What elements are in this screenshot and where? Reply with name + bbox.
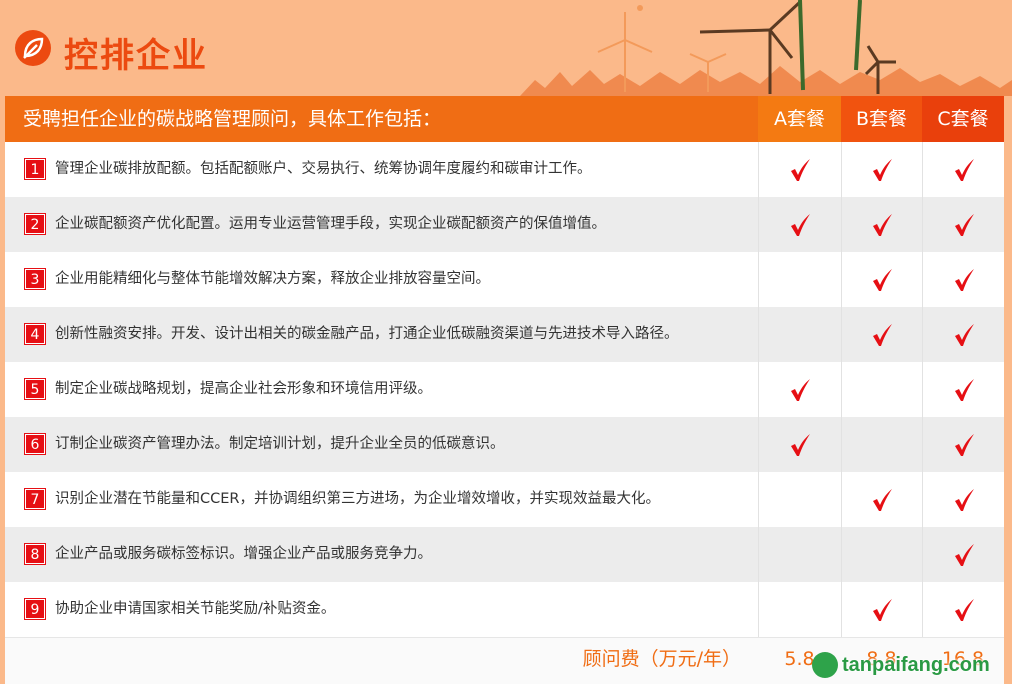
plan-b-cell <box>841 252 922 307</box>
checkmark-icon <box>789 433 811 457</box>
fee-label: 顾问费（万元/年） <box>582 648 741 670</box>
row-number-badge: 2 <box>25 214 45 234</box>
plan-b-cell <box>841 197 922 252</box>
plan-b-cell <box>841 362 922 417</box>
table-row: 4 创新性融资安排。开发、设计出相关的碳金融产品，打通企业低碳融资渠道与先进技术导… <box>5 307 1004 362</box>
row-description: 企业用能精细化与整体节能增效解决方案，释放企业排放容量空间。 <box>55 271 490 287</box>
plan-c-cell <box>922 417 1004 472</box>
watermark-logo-icon <box>812 652 838 678</box>
table-header: 受聘担任企业的碳战略管理顾问，具体工作包括： A套餐 B套餐 C套餐 <box>5 96 1004 142</box>
plan-c-cell <box>922 307 1004 362</box>
row-number-badge: 7 <box>25 489 45 509</box>
row-number-badge: 9 <box>25 599 45 619</box>
checkmark-icon <box>871 158 893 182</box>
plan-a-cell <box>758 307 841 362</box>
checkmark-icon <box>789 378 811 402</box>
plan-c-cell <box>922 472 1004 527</box>
watermark-text: tanpaifang.com <box>842 654 990 676</box>
watermark: tanpaifang.com <box>812 648 1012 682</box>
leaf-icon <box>15 30 51 66</box>
page-title: 控排企业 <box>64 36 208 76</box>
plan-c-header: C套餐 <box>922 96 1004 142</box>
row-number-badge: 6 <box>25 434 45 454</box>
table-row: 6 订制企业碳资产管理办法。制定培训计划，提升企业全员的低碳意识。 <box>5 417 1004 472</box>
checkmark-icon <box>953 158 975 182</box>
checkmark-icon <box>953 543 975 567</box>
checkmark-icon <box>789 213 811 237</box>
row-description: 管理企业碳排放配额。包括配额账户、交易执行、统筹协调年度履约和碳审计工作。 <box>55 161 592 177</box>
header-banner: 控排企业 <box>0 0 1012 96</box>
plan-a-cell <box>758 472 841 527</box>
plan-a-cell <box>758 252 841 307</box>
row-number-badge: 4 <box>25 324 45 344</box>
row-description: 企业产品或服务碳标签标识。增强企业产品或服务竞争力。 <box>55 546 432 562</box>
row-description: 创新性融资安排。开发、设计出相关的碳金融产品，打通企业低碳融资渠道与先进技术导入… <box>55 326 679 342</box>
row-description: 制定企业碳战略规划，提高企业社会形象和环境信用评级。 <box>55 381 432 397</box>
plan-b-cell <box>841 142 922 197</box>
row-description: 企业碳配额资产优化配置。运用专业运营管理手段，实现企业碳配额资产的保值增值。 <box>55 216 606 232</box>
checkmark-icon <box>871 488 893 512</box>
checkmark-icon <box>871 323 893 347</box>
plan-a-cell <box>758 417 841 472</box>
row-number-badge: 1 <box>25 159 45 179</box>
row-number-badge: 8 <box>25 544 45 564</box>
checkmark-icon <box>871 213 893 237</box>
checkmark-icon <box>953 488 975 512</box>
checkmark-icon <box>953 433 975 457</box>
table-row: 7 识别企业潜在节能量和CCER，并协调组织第三方进场，为企业增效增收，并实现效益… <box>5 472 1004 527</box>
plan-a-cell <box>758 142 841 197</box>
row-number-badge: 3 <box>25 269 45 289</box>
plan-a-header: A套餐 <box>758 96 841 142</box>
plan-a-cell <box>758 197 841 252</box>
table-header-intro: 受聘担任企业的碳战略管理顾问，具体工作包括： <box>5 96 758 142</box>
table-row: 8 企业产品或服务碳标签标识。增强企业产品或服务竞争力。 <box>5 527 1004 582</box>
service-plan-table: 受聘担任企业的碳战略管理顾问，具体工作包括： A套餐 B套餐 C套餐 1 管理企业… <box>5 96 1004 684</box>
plan-a-cell <box>758 527 841 582</box>
table-row: 3 企业用能精细化与整体节能增效解决方案，释放企业排放容量空间。 <box>5 252 1004 307</box>
checkmark-icon <box>789 158 811 182</box>
checkmark-icon <box>953 378 975 402</box>
checkmark-icon <box>871 598 893 622</box>
checkmark-icon <box>953 323 975 347</box>
plan-b-cell <box>841 582 922 637</box>
checkmark-icon <box>953 268 975 292</box>
plan-c-cell <box>922 142 1004 197</box>
plan-c-cell <box>922 527 1004 582</box>
plan-c-cell <box>922 252 1004 307</box>
table-row: 2 企业碳配额资产优化配置。运用专业运营管理手段，实现企业碳配额资产的保值增值。 <box>5 197 1004 252</box>
plan-a-cell <box>758 582 841 637</box>
table-row: 1 管理企业碳排放配额。包括配额账户、交易执行、统筹协调年度履约和碳审计工作。 <box>5 142 1004 197</box>
row-description: 订制企业碳资产管理办法。制定培训计划，提升企业全员的低碳意识。 <box>55 436 505 452</box>
plan-c-cell <box>922 582 1004 637</box>
plan-b-cell <box>841 307 922 362</box>
plan-c-cell <box>922 362 1004 417</box>
checkmark-icon <box>871 268 893 292</box>
row-number-badge: 5 <box>25 379 45 399</box>
plan-b-cell <box>841 472 922 527</box>
plan-b-cell <box>841 527 922 582</box>
table-row: 9 协助企业申请国家相关节能奖励/补贴资金。 <box>5 582 1004 637</box>
row-description: 识别企业潜在节能量和CCER，并协调组织第三方进场，为企业增效增收，并实现效益最… <box>55 491 660 507</box>
plan-b-header: B套餐 <box>841 96 922 142</box>
checkmark-icon <box>953 598 975 622</box>
checkmark-icon <box>953 213 975 237</box>
plan-a-cell <box>758 362 841 417</box>
row-description: 协助企业申请国家相关节能奖励/补贴资金。 <box>55 601 336 617</box>
table-row: 5 制定企业碳战略规划，提高企业社会形象和环境信用评级。 <box>5 362 1004 417</box>
plan-c-cell <box>922 197 1004 252</box>
plan-b-cell <box>841 417 922 472</box>
